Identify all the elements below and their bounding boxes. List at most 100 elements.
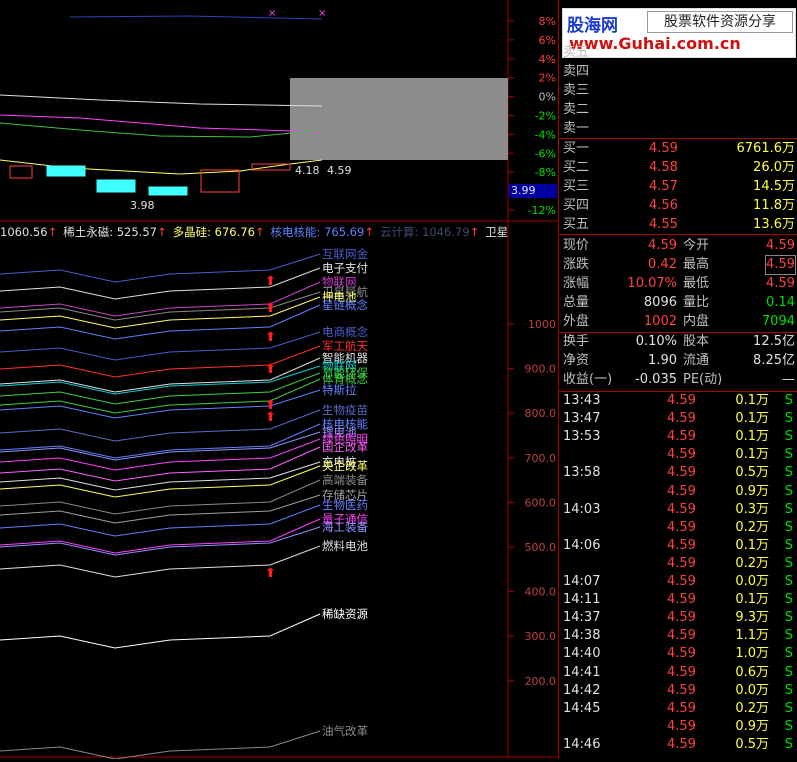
stat-value: 1002 [643,314,677,329]
tick-price: 4.59 [667,628,696,644]
quote-row: 外盘 1002 内盘 7094 [563,313,795,331]
axis-tick-label: 200.0 [525,675,557,688]
overlay-box [290,78,508,160]
buy-label: 买四 [563,198,590,213]
up-arrow-icon: ↑ [156,225,167,239]
quote-row: 总量 8096 量比 0.14 [563,294,795,312]
up-arrow-icon: ↑ [254,225,265,239]
stat-label: 外盘 [563,314,590,329]
sector-line [0,479,321,515]
chart-panel[interactable]: 8%6%4%2%0%-2%-4%-6%-8%-10%-12% 4.184.593… [0,0,558,760]
sector-value-axis: 1000 900.0 800.0 700.0 600.0 500.0 400.0 300.0 2… [508,318,556,688]
up-arrow-icon: ⬆ [265,301,276,316]
tick-volume: 0.2万 [735,700,769,716]
tick-price: 4.59 [667,555,696,571]
tick-time: 14:11 [563,592,601,608]
sector-label: 星链概念 [322,298,368,312]
stat-label: 最高 [683,257,710,272]
pct-tick-label: 6% [539,34,556,47]
tick-price: 4.59 [667,483,696,499]
stat-label: 今开 [683,238,710,253]
sector-label: 稀缺资源 [322,607,368,621]
tick-flag: S [784,664,793,680]
sector-line [0,446,321,482]
tick-price: 4.59 [667,664,696,680]
stat-label: 涨跌 [563,257,590,272]
stat-label: 换手 [563,334,590,349]
buy-volume: 14.5万 [753,179,795,194]
quote-row: 14:45 4.59 0.2万 S [563,700,795,718]
sector-label: 油气改革 [322,724,368,738]
quote-row: 4.59 0.9万 S [563,718,795,736]
ticker-item: 稀土永磁: 525.57↑ [63,225,166,239]
axis-tick-label: 900.0 [525,363,557,376]
tick-flag: S [784,393,793,408]
tick-price: 4.59 [667,393,696,408]
ticker-name: 稀土永磁: [63,225,117,239]
up-arrow-icon: ↑ [47,225,58,239]
tick-flag: S [784,465,793,481]
stat-value: 8.25亿 [753,353,795,368]
quote-row: 14:46 4.59 0.5万 S [563,736,795,754]
quote-row: 买三 4.57 14.5万 [563,178,795,196]
buy-label: 买五 [563,217,590,232]
sell-label: 卖二 [563,102,590,117]
divider [559,138,797,139]
sector-line [0,526,321,556]
sector-label: 电子支付 [322,261,368,275]
tick-price: 4.59 [667,646,696,662]
tick-price: 4.59 [667,718,696,734]
ticker-item: 云计算: 1046.79↑ [380,225,479,239]
tick-flag: S [784,628,793,644]
pct-tick-label: 8% [539,15,556,28]
stat-label: 涨幅 [563,276,590,291]
tick-price: 4.59 [667,447,696,463]
tick-volume: 0.0万 [735,682,769,698]
tick-time: 14:06 [563,537,601,553]
ticker-item: 1060.56↑ [0,225,57,239]
last-price-label: 4.59 [327,164,352,177]
ticker-value: 1060.56 [0,225,48,239]
quote-row: 买五 4.55 13.6万 [563,216,795,234]
stat-value: 4.59 [766,276,795,291]
buy-label: 买二 [563,160,590,175]
stat-label: 股本 [683,334,710,349]
stat-value: — [782,372,795,387]
candle [96,179,136,193]
stat-value: 1.90 [648,353,677,368]
tick-time: 14:40 [563,646,601,662]
sell-label: 卖四 [563,64,590,79]
marker: × [268,8,276,19]
quote-panel: 卖五 卖四 卖三 卖二 卖一 买一 4.59 6761.6万 买二 4.58 26.0万 买三 4.5… [558,0,797,759]
quote-row: 13:58 4.59 0.5万 S [563,464,795,482]
up-arrow-icon: ⬆ [265,410,276,425]
sector-chart[interactable]: 8%6%4%2%0%-2%-4%-6%-8%-10%-12% 4.184.593… [0,0,558,760]
sector-ticker: 1060.56↑ 稀土永磁: 525.57↑ 多晶硅: 676.76↑ 核电核能: 7… [0,224,508,240]
high-price-label: 4.18 [295,164,320,177]
stat-value: 7094 [761,314,795,329]
stat-value: 4.59 [766,238,795,253]
tick-flag: S [784,555,793,571]
quote-row: 14:03 4.59 0.3万 S [563,501,795,519]
tick-flag: S [784,537,793,553]
sector-line [0,494,321,524]
pct-tick-label: 2% [539,72,556,85]
tick-price: 4.59 [667,610,696,626]
tick-flag: S [784,700,793,716]
current-price-tag: 3.99 [509,184,557,198]
tick-volume: 0.3万 [735,501,769,517]
tick-time: 14:41 [563,664,601,680]
tick-volume: 0.2万 [735,555,769,571]
quote-row: 卖二 [563,101,795,119]
sector-label: 央企改革 [322,459,368,473]
up-arrow-icon: ⬆ [265,566,276,581]
quote-row: 13:47 4.59 0.1万 S [563,410,795,428]
quote-row: 13:53 4.59 0.1万 S [563,428,795,446]
buy-volume: 13.6万 [753,217,795,232]
sector-line [0,504,321,537]
tick-volume: 0.5万 [735,465,769,481]
tick-time: 14:03 [563,501,601,517]
tick-flag: S [784,574,793,589]
axis-tick-label: 600.0 [525,496,557,509]
up-arrow-icon: ⬆ [265,330,276,345]
